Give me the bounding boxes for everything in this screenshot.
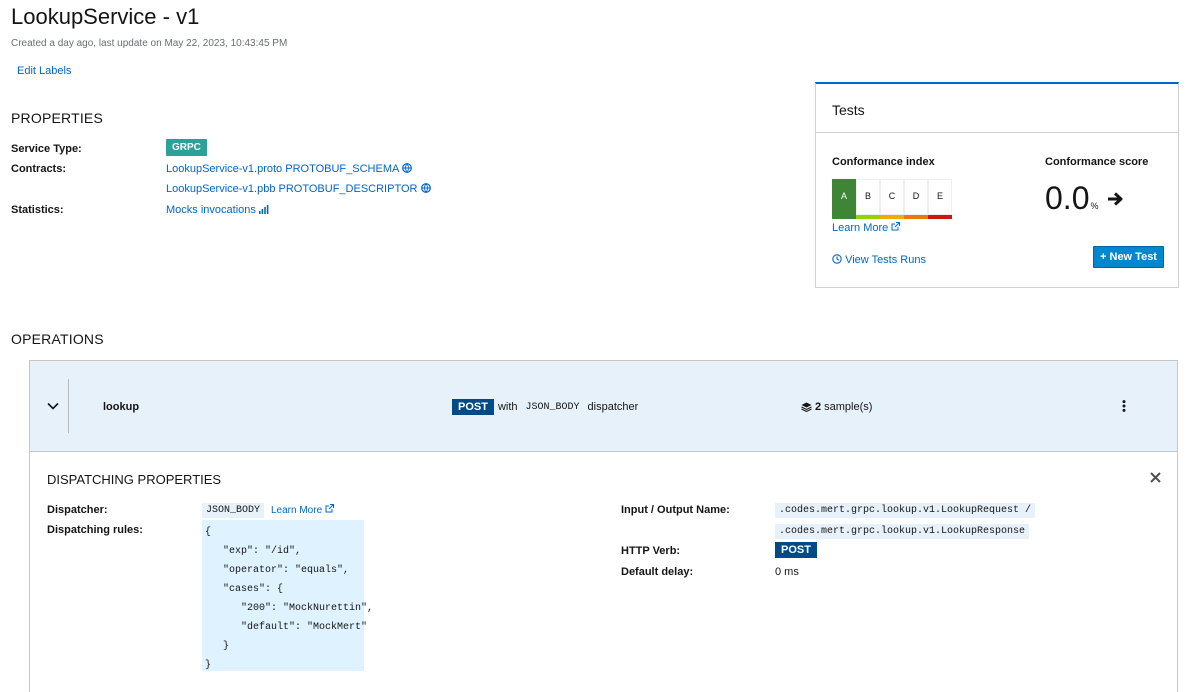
properties-heading: PROPERTIES (11, 110, 103, 126)
service-type-badge: GRPC (166, 139, 207, 156)
contract-link-label: LookupService-v1.proto PROTOBUF_SCHEMA (166, 163, 399, 175)
operation-dispatcher-text: dispatcher (587, 401, 639, 413)
operation-dispatcher-chip: JSON_BODY (521, 399, 584, 415)
operations-heading: OPERATIONS (11, 331, 104, 347)
grade-a-bar (832, 215, 856, 219)
globe-icon (420, 183, 431, 193)
grade-d-cell: D (904, 179, 928, 215)
dispatching-rules-label: Dispatching rules: (47, 524, 143, 536)
contract-link-label: LookupService-v1.pbb PROTOBUF_DESCRIPTOR (166, 183, 418, 195)
tests-learn-more-label: Learn More (832, 222, 889, 234)
chevron-down-icon[interactable] (47, 402, 59, 410)
operation-with-text: with (497, 401, 518, 413)
grade-d: D (904, 179, 928, 219)
grade-a-cell: A (832, 179, 856, 215)
grade-e-cell: E (928, 179, 952, 215)
default-delay-value: 0 ms (775, 566, 799, 578)
external-link-icon (891, 222, 901, 231)
operation-row-lookup[interactable]: lookup POST with JSON_BODY dispatcher 2 … (29, 360, 1178, 452)
conformance-score: 0.0 % (1045, 180, 1125, 217)
operation-samples: 2 sample(s) (801, 401, 872, 413)
http-verb-badge: POST (775, 542, 817, 558)
globe-icon (401, 163, 412, 173)
samples-count: 2 (815, 401, 822, 413)
contract-link-descriptor[interactable]: LookupService-v1.pbb PROTOBUF_DESCRIPTOR (166, 183, 431, 195)
dispatching-properties-panel: DISPATCHING PROPERTIES Dispatcher: JSON_… (29, 452, 1178, 692)
grade-c: C (880, 179, 904, 219)
conformance-index-grades: A B C D E (832, 179, 952, 219)
conformance-index-label: Conformance index (832, 156, 935, 168)
contracts-label: Contracts: (11, 163, 67, 175)
operation-toggle-divider (68, 379, 69, 433)
operation-dispatch-summary: POST with JSON_BODY dispatcher (452, 399, 638, 415)
input-name-chip: .codes.mert.grpc.lookup.v1.LookupRequest… (775, 503, 1036, 518)
new-test-button[interactable]: + New Test (1093, 246, 1164, 268)
samples-suffix: sample(s) (824, 401, 873, 413)
layers-icon (801, 402, 812, 412)
page-subtitle: Created a day ago, last update on May 22… (11, 38, 288, 49)
edit-labels-link[interactable]: Edit Labels (17, 65, 71, 77)
bar-chart-icon (258, 205, 269, 214)
operation-verb-badge: POST (452, 399, 494, 415)
view-tests-runs-link[interactable]: View Tests Runs (832, 254, 926, 266)
arrow-right-icon (1107, 191, 1122, 206)
mocks-invocations-link[interactable]: Mocks invocations (166, 204, 269, 216)
contract-link-proto[interactable]: LookupService-v1.proto PROTOBUF_SCHEMA (166, 163, 412, 175)
http-verb-label: HTTP Verb: (621, 545, 681, 557)
dispatcher-learn-more-link[interactable]: Learn More (271, 504, 334, 516)
kebab-menu-icon[interactable] (1122, 400, 1126, 412)
operation-name: lookup (103, 401, 140, 413)
close-icon[interactable] (1150, 472, 1161, 483)
grade-c-cell: C (880, 179, 904, 215)
default-delay-label: Default delay: (621, 566, 694, 578)
clock-icon (832, 254, 842, 264)
page-title: LookupService - v1 (11, 4, 200, 29)
dispatching-properties-heading: DISPATCHING PROPERTIES (47, 472, 222, 487)
conformance-score-value: 0.0 (1045, 180, 1090, 216)
grade-b-cell: B (856, 179, 880, 215)
dispatcher-chip: JSON_BODY (202, 503, 265, 518)
new-test-label: New Test (1109, 251, 1157, 263)
dispatcher-label: Dispatcher: (47, 504, 108, 516)
grade-a: A (832, 179, 856, 219)
plus-icon: + (1100, 251, 1107, 263)
dispatching-rules-code: { "exp": "/id", "operator": "equals", "c… (202, 520, 373, 671)
grade-b-bar (856, 215, 880, 219)
view-tests-runs-label: View Tests Runs (845, 254, 926, 266)
output-name-chip: .codes.mert.grpc.lookup.v1.LookupRespons… (775, 524, 1030, 539)
statistics-label: Statistics: (11, 204, 64, 216)
mocks-invocations-label: Mocks invocations (166, 204, 256, 216)
grade-e: E (928, 179, 952, 219)
external-link-icon (325, 504, 334, 513)
io-name-label: Input / Output Name: (621, 504, 730, 516)
grade-c-bar (880, 215, 904, 219)
dispatcher-learn-more-label: Learn More (271, 505, 323, 516)
tests-divider (816, 132, 1178, 133)
grade-e-bar (928, 215, 952, 219)
conformance-score-unit: % (1090, 201, 1099, 211)
grade-d-bar (904, 215, 928, 219)
tests-card: Tests Conformance index A B C D E Learn … (815, 82, 1179, 288)
tests-title: Tests (832, 102, 865, 118)
conformance-score-label: Conformance score (1045, 156, 1149, 168)
service-type-label: Service Type: (11, 143, 82, 155)
tests-learn-more-link[interactable]: Learn More (832, 222, 901, 234)
grade-b: B (856, 179, 880, 219)
